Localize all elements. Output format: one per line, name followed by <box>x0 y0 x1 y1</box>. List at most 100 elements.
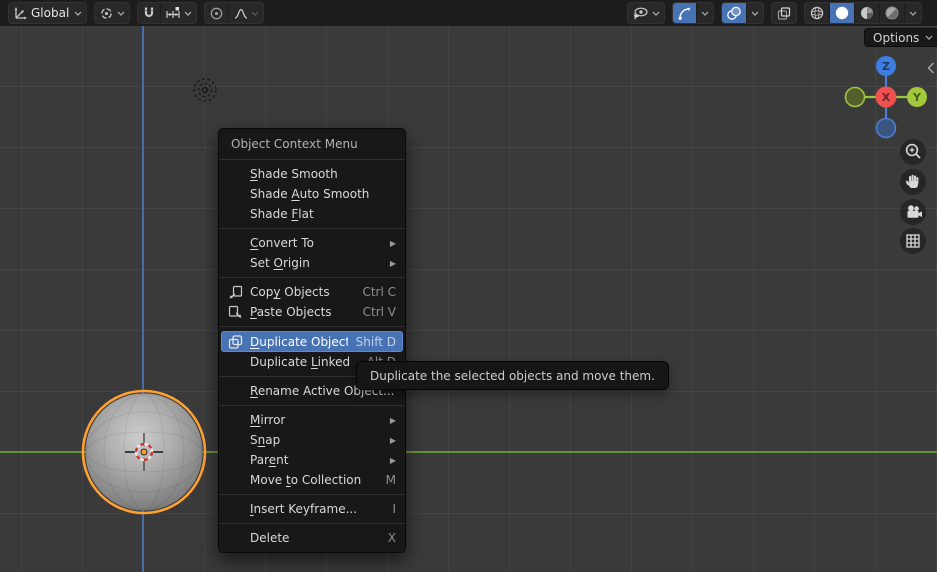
menu-item-insert-keyframe[interactable]: Insert Keyframe... I <box>219 499 405 519</box>
menu-item-label: Shade Flat <box>250 207 314 221</box>
object-context-menu: Object Context Menu Shade Smooth Shade Au… <box>218 128 406 553</box>
transform-orientation-dropdown[interactable]: Global <box>9 3 86 23</box>
shading-dropdown[interactable] <box>904 3 921 23</box>
transform-orientation-group: Global <box>8 2 88 24</box>
menu-item-label: Shade Smooth <box>250 167 338 181</box>
pivot-point-dropdown[interactable] <box>95 3 129 23</box>
zoom-icon <box>905 143 921 159</box>
pan-button[interactable] <box>900 169 926 195</box>
menu-item-shortcut: Ctrl V <box>362 305 396 319</box>
menu-separator <box>219 228 405 229</box>
chevron-down-icon <box>925 35 933 40</box>
menu-item-label: Set Origin <box>250 256 310 270</box>
overlays-toggle[interactable] <box>722 3 746 23</box>
submenu-arrow-icon: ▶ <box>389 455 396 465</box>
point-light-object[interactable] <box>190 75 220 105</box>
camera-view-button[interactable] <box>900 199 926 225</box>
chevron-down-icon <box>74 11 82 16</box>
proportional-editing-toggle[interactable] <box>205 3 228 23</box>
gizmo-x-label: X <box>882 91 891 104</box>
shading-solid-icon <box>834 5 850 21</box>
camera-view-icon <box>907 205 922 218</box>
xray-toggle[interactable] <box>772 3 796 23</box>
gizmos-dropdown[interactable] <box>696 3 713 23</box>
menu-item-duplicate-objects[interactable]: Duplicate Objects Shift D <box>221 331 403 352</box>
snap-target-icon <box>165 6 181 20</box>
submenu-arrow-icon: ▶ <box>389 258 396 268</box>
menu-item-shortcut: Shift D <box>355 334 396 349</box>
menu-item-shade-flat[interactable]: Shade Flat <box>219 204 405 224</box>
object-visibility-group <box>627 2 665 24</box>
shading-wireframe-button[interactable] <box>805 3 829 23</box>
chevron-down-icon <box>251 11 259 16</box>
menu-item-label: Convert To <box>250 236 314 250</box>
shading-wireframe-icon <box>809 5 825 21</box>
gizmo-neg-z-ball[interactable] <box>875 117 897 139</box>
tooltip: Duplicate the selected objects and move … <box>356 361 669 390</box>
shading-mode-group <box>804 2 922 24</box>
menu-item-label: Paste Objects <box>250 305 332 319</box>
viewport-header: Global <box>0 0 937 26</box>
xray-icon <box>776 6 792 21</box>
menu-item-parent[interactable]: Parent ▶ <box>219 450 405 470</box>
chevron-down-icon <box>701 11 709 16</box>
object-origin-dot <box>140 448 148 456</box>
gizmo-z-label: Z <box>882 60 890 73</box>
menu-item-label: Delete <box>250 531 290 545</box>
ortho-grid-button[interactable] <box>900 228 926 254</box>
overlays-icon <box>726 6 742 21</box>
proportional-falloff-dropdown[interactable] <box>228 3 263 23</box>
snap-settings-dropdown[interactable] <box>160 3 196 23</box>
submenu-arrow-icon: ▶ <box>389 415 396 425</box>
menu-item-label: Snap <box>250 433 281 447</box>
shading-rendered-button[interactable] <box>879 3 904 23</box>
chevron-down-icon <box>652 11 660 16</box>
menu-item-paste-objects[interactable]: Paste Objects Ctrl V <box>219 302 405 322</box>
3d-viewport[interactable]: Options Z Y X Object Context Menu Shade … <box>0 26 937 572</box>
pivot-point-group <box>94 2 131 24</box>
submenu-arrow-icon: ▶ <box>389 238 396 248</box>
gizmos-icon <box>677 6 692 21</box>
gizmo-neg-y-ball[interactable] <box>844 86 866 108</box>
shading-rendered-icon <box>884 5 900 21</box>
menu-separator <box>219 405 405 406</box>
menu-item-set-origin[interactable]: Set Origin ▶ <box>219 253 405 273</box>
sidebar-collapse-arrow[interactable] <box>927 62 935 74</box>
menu-item-delete[interactable]: Delete X <box>219 528 405 548</box>
zoom-button[interactable] <box>900 139 926 165</box>
menu-separator <box>219 277 405 278</box>
object-visibility-dropdown[interactable] <box>628 3 664 23</box>
chevron-down-icon <box>184 11 192 16</box>
overlays-dropdown[interactable] <box>746 3 763 23</box>
menu-item-copy-objects[interactable]: Copy Objects Ctrl C <box>219 282 405 302</box>
menu-item-mirror[interactable]: Mirror ▶ <box>219 410 405 430</box>
blender-window: Global Options Z Y X Object Context Menu… <box>0 0 937 572</box>
transform-orientation-icon <box>13 6 28 21</box>
gizmos-group <box>672 2 714 24</box>
falloff-curve-icon <box>233 6 249 21</box>
menu-item-label: Duplicate Objects <box>250 334 348 349</box>
shading-material-button[interactable] <box>854 3 879 23</box>
menu-item-shade-auto-smooth[interactable]: Shade Auto Smooth <box>219 184 405 204</box>
navigation-gizmo[interactable]: Z Y X <box>844 55 928 139</box>
options-dropdown[interactable]: Options <box>864 28 937 47</box>
menu-item-label: Parent <box>250 453 289 467</box>
grid-ortho-icon <box>906 234 920 248</box>
transform-orientation-label: Global <box>31 6 70 20</box>
menu-item-label: Mirror <box>250 413 286 427</box>
shading-solid-button[interactable] <box>829 3 854 23</box>
proportional-editing-group <box>204 2 265 24</box>
menu-item-convert-to[interactable]: Convert To ▶ <box>219 233 405 253</box>
xray-group <box>771 2 797 24</box>
menu-item-move-to-collection[interactable]: Move to Collection M <box>219 470 405 490</box>
menu-item-snap[interactable]: Snap ▶ <box>219 430 405 450</box>
menu-item-shade-smooth[interactable]: Shade Smooth <box>219 164 405 184</box>
copy-icon <box>227 285 244 299</box>
chevron-down-icon <box>909 11 917 16</box>
paste-icon <box>227 305 244 319</box>
menu-item-shortcut: M <box>385 473 396 487</box>
snap-toggle-button[interactable] <box>138 3 160 23</box>
menu-separator <box>219 159 405 160</box>
gizmos-toggle[interactable] <box>673 3 696 23</box>
pan-hand-icon <box>905 174 919 188</box>
